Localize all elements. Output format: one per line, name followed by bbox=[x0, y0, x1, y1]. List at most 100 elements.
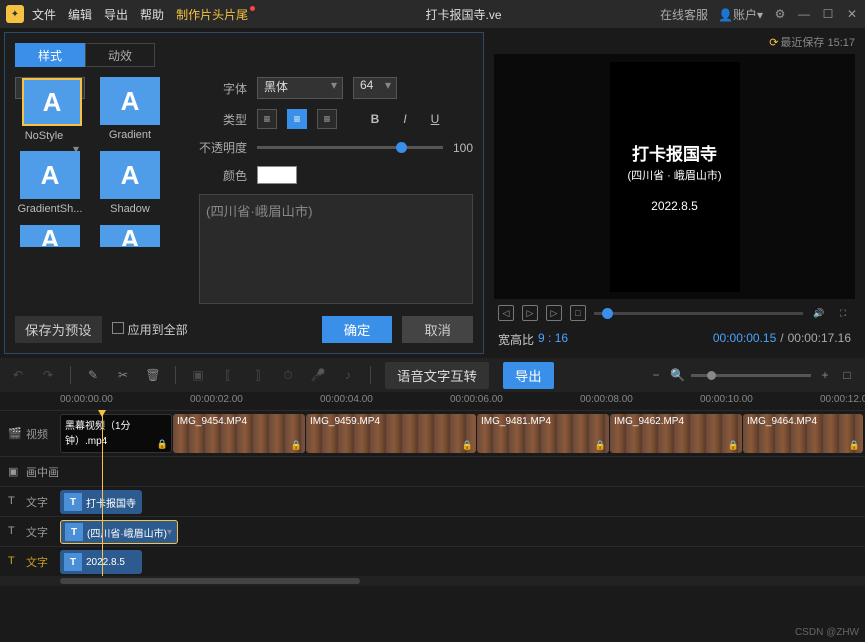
italic-button[interactable]: I bbox=[395, 109, 415, 129]
zoom-in-icon[interactable]: + bbox=[817, 367, 833, 383]
ok-button[interactable]: 确定 bbox=[322, 316, 393, 343]
mark-in-icon[interactable]: ⟦ bbox=[220, 367, 236, 383]
text-clip-3[interactable]: T2022.8.5 bbox=[60, 550, 142, 574]
maximize-icon[interactable]: ☐ bbox=[821, 7, 835, 21]
menu-export[interactable]: 导出 bbox=[104, 6, 128, 23]
text-clip-1[interactable]: T打卡报国寺 bbox=[60, 490, 142, 514]
preset-nostyle[interactable]: ANoStyle bbox=[15, 77, 85, 99]
underline-button[interactable]: U bbox=[425, 109, 445, 129]
text-content-input[interactable]: (四川省·峨眉山市) bbox=[199, 194, 473, 304]
music-icon[interactable]: ♪ bbox=[340, 367, 356, 383]
video-track: 🎬视频 黑幕视频（1分钟）.mp4🔒 IMG_9454.MP4🔒 IMG_945… bbox=[0, 410, 865, 456]
mic-icon[interactable]: 🎤 bbox=[310, 367, 326, 383]
ratio-value[interactable]: 9 : 16 bbox=[538, 331, 568, 348]
opacity-slider[interactable] bbox=[257, 146, 443, 149]
tab-animation[interactable]: 动效 bbox=[85, 43, 155, 67]
video-preview: 打卡报国寺 (四川省 · 峨眉山市) 2022.8.5 bbox=[494, 54, 855, 299]
font-size-select[interactable]: 64 bbox=[353, 77, 397, 99]
text-style-panel: 样式 动效 ANoStyle AGradient AGradientSh... … bbox=[4, 32, 484, 354]
settings-icon[interactable]: ⚙ bbox=[773, 7, 787, 21]
text-track-1: T文字 T打卡报国寺 bbox=[0, 486, 865, 516]
delete-icon[interactable]: 🗑 bbox=[145, 367, 161, 383]
last-save-label: ⟳最近保存 15:17 bbox=[494, 34, 855, 50]
ratio-label: 宽高比 bbox=[498, 331, 534, 348]
volume-icon[interactable]: 🔊 bbox=[811, 305, 827, 321]
minimize-icon[interactable]: — bbox=[797, 7, 811, 21]
preset-extra-2[interactable]: A bbox=[95, 225, 165, 251]
preview-text-2: (四川省 · 峨眉山市) bbox=[627, 167, 721, 183]
timeline: 00:00:00.00 00:00:02.00 00:00:04.00 00:0… bbox=[0, 392, 865, 586]
pip-track-icon: ▣ bbox=[8, 465, 22, 479]
play-controls: ◁ ▷ ▷ □ 🔊 ⛶ bbox=[494, 299, 855, 327]
clip-v4[interactable]: IMG_9462.MP4🔒 bbox=[610, 414, 742, 453]
zoom-search-icon: 🔍 bbox=[670, 368, 685, 382]
speed-icon[interactable]: ⏱ bbox=[280, 367, 296, 383]
app-logo: ✦ bbox=[6, 5, 24, 23]
text-track-2: T文字 T(四川省·峨眉山市) bbox=[0, 516, 865, 546]
preset-gradient[interactable]: AGradient bbox=[95, 77, 165, 141]
text-track-3: T文字 T2022.8.5 bbox=[0, 546, 865, 576]
split-icon[interactable]: ✂ bbox=[115, 367, 131, 383]
clip-v2[interactable]: IMG_9459.MP4🔒 bbox=[306, 414, 476, 453]
zoom-slider[interactable] bbox=[691, 374, 811, 377]
online-service-link[interactable]: 在线客服 bbox=[660, 6, 708, 23]
undo-icon[interactable]: ↶ bbox=[10, 367, 26, 383]
menu-help[interactable]: 帮助 bbox=[140, 6, 164, 23]
horizontal-scrollbar[interactable] bbox=[0, 576, 865, 586]
watermark: CSDN @ZHW bbox=[795, 627, 859, 638]
mark-out-icon[interactable]: ⟧ bbox=[250, 367, 266, 383]
bold-button[interactable]: B bbox=[365, 109, 385, 129]
lock-icon: 🔒 bbox=[157, 439, 168, 450]
play-icon[interactable]: ▷ bbox=[522, 305, 538, 321]
preview-text-1: 打卡报国寺 bbox=[632, 140, 717, 165]
snap-icon[interactable]: □ bbox=[839, 367, 855, 383]
cursor-icon[interactable]: ✎ bbox=[85, 367, 101, 383]
preset-shadow[interactable]: AShadow bbox=[95, 151, 165, 215]
zoom-out-icon[interactable]: − bbox=[648, 367, 664, 383]
clip-v3[interactable]: IMG_9481.MP4🔒 bbox=[477, 414, 609, 453]
timeline-toolbar: ↶ ↷ ✎ ✂ 🗑 ▣ ⟦ ⟧ ⏱ 🎤 ♪ 语音文字互转 导出 − 🔍 + □ bbox=[0, 358, 865, 392]
opacity-value: 100 bbox=[453, 141, 473, 155]
preview-text-3: 2022.8.5 bbox=[651, 199, 698, 213]
color-swatch[interactable] bbox=[257, 166, 297, 184]
text-form: 字体 黑体 64 类型 ≡ ≡ ≡ B I U 不透明度 100 bbox=[199, 77, 473, 308]
tab-style[interactable]: 样式 bbox=[15, 43, 85, 67]
menu-file[interactable]: 文件 bbox=[32, 6, 56, 23]
text-clip-2[interactable]: T(四川省·峨眉山市) bbox=[60, 520, 178, 544]
font-label: 字体 bbox=[199, 80, 247, 97]
next-frame-icon[interactable]: ▷ bbox=[546, 305, 562, 321]
preview-canvas: 打卡报国寺 (四川省 · 峨眉山市) 2022.8.5 bbox=[610, 62, 740, 292]
text-track-icon: T bbox=[8, 495, 22, 509]
menu-edit[interactable]: 编辑 bbox=[68, 6, 92, 23]
font-select[interactable]: 黑体 bbox=[257, 77, 343, 99]
crop-icon[interactable]: ▣ bbox=[190, 367, 206, 383]
time-sep: / bbox=[780, 331, 783, 348]
preset-gradientshadow[interactable]: AGradientSh... bbox=[15, 151, 85, 215]
clip-v1[interactable]: IMG_9454.MP4🔒 bbox=[173, 414, 305, 453]
align-right-icon[interactable]: ≡ bbox=[317, 109, 337, 129]
align-center-icon[interactable]: ≡ bbox=[287, 109, 307, 129]
progress-slider[interactable] bbox=[594, 312, 803, 315]
export-button[interactable]: 导出 bbox=[503, 362, 554, 389]
save-preset-button[interactable]: 保存为预设 bbox=[15, 316, 102, 343]
clip-black[interactable]: 黑幕视频（1分钟）.mp4🔒 bbox=[60, 414, 172, 453]
apply-all-checkbox[interactable]: 应用到全部 bbox=[112, 321, 188, 338]
preset-extra-1[interactable]: A bbox=[15, 225, 85, 251]
playhead[interactable] bbox=[102, 410, 103, 576]
account-menu[interactable]: 👤账户▾ bbox=[718, 6, 763, 23]
total-time: 00:00:17.16 bbox=[788, 331, 851, 348]
close-icon[interactable]: ✕ bbox=[845, 7, 859, 21]
pip-track: ▣画中画 bbox=[0, 456, 865, 486]
cancel-button[interactable]: 取消 bbox=[402, 316, 473, 343]
opacity-label: 不透明度 bbox=[199, 139, 247, 156]
stop-icon[interactable]: □ bbox=[570, 305, 586, 321]
clip-v5[interactable]: IMG_9464.MP4🔒 bbox=[743, 414, 863, 453]
fullscreen-icon[interactable]: ⛶ bbox=[835, 305, 851, 321]
color-label: 颜色 bbox=[199, 167, 247, 184]
redo-icon[interactable]: ↷ bbox=[40, 367, 56, 383]
align-left-icon[interactable]: ≡ bbox=[257, 109, 277, 129]
time-ruler[interactable]: 00:00:00.00 00:00:02.00 00:00:04.00 00:0… bbox=[60, 392, 865, 410]
menu-make-title[interactable]: 制作片头片尾 bbox=[176, 6, 255, 23]
voice-text-button[interactable]: 语音文字互转 bbox=[385, 362, 489, 389]
prev-frame-icon[interactable]: ◁ bbox=[498, 305, 514, 321]
